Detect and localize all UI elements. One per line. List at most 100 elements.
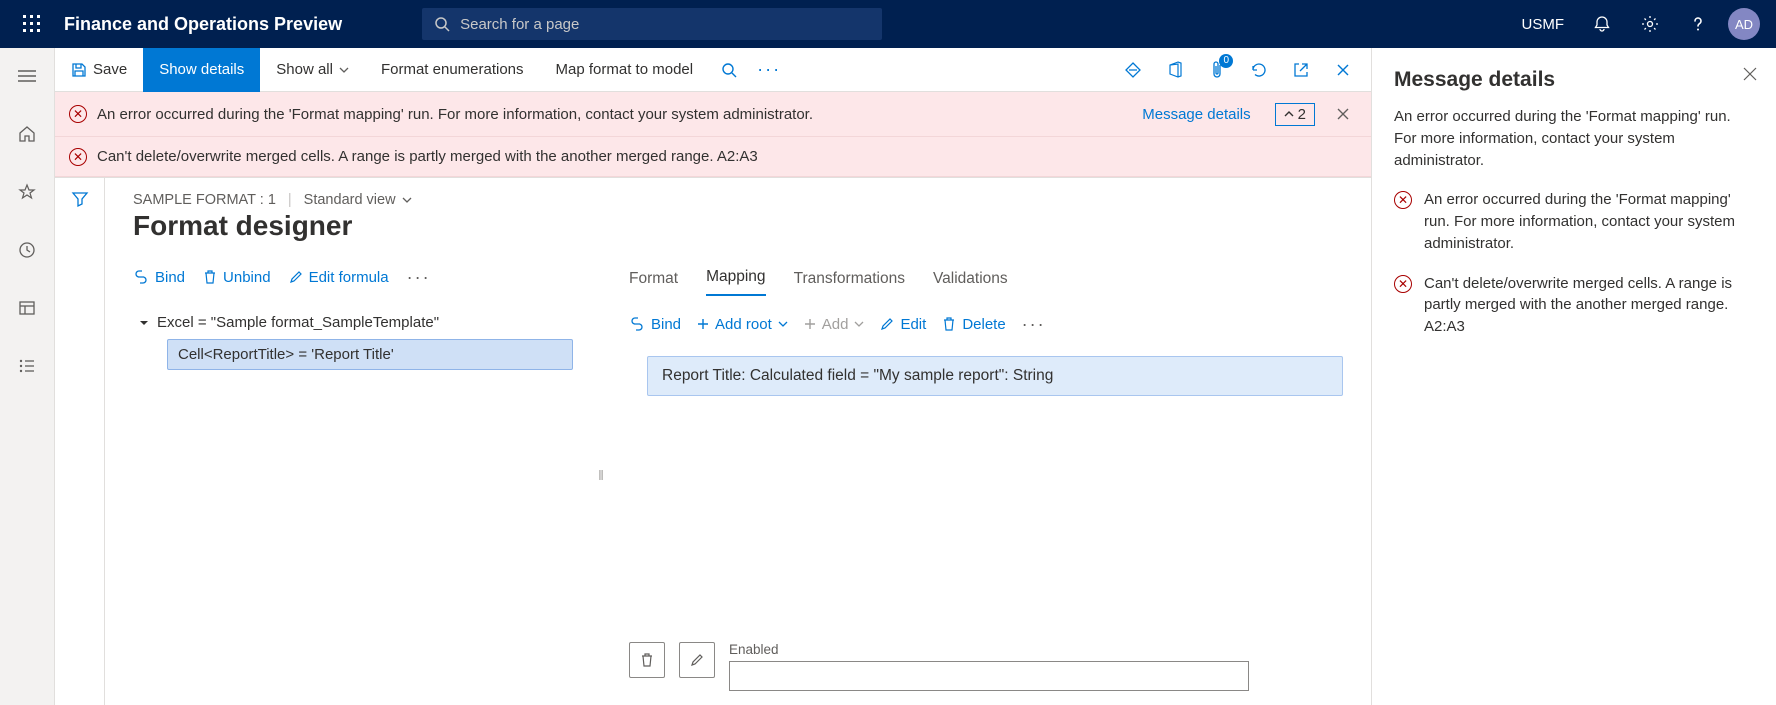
mapping-toolbar: Bind Add root Add xyxy=(629,302,1343,346)
page-title: Format designer xyxy=(133,210,1343,242)
home-icon[interactable] xyxy=(7,114,47,154)
bind-button[interactable]: Bind xyxy=(133,269,185,286)
nav-collapse-icon[interactable] xyxy=(7,56,47,96)
save-button[interactable]: Save xyxy=(55,48,143,92)
map-format-label: Map format to model xyxy=(556,61,694,78)
error-icon: ✕ xyxy=(1394,275,1412,293)
search-input[interactable]: Search for a page xyxy=(422,8,882,40)
view-label: Standard view xyxy=(304,192,396,208)
pencil-icon xyxy=(289,270,303,284)
attachments-icon[interactable]: 0 xyxy=(1197,50,1237,90)
tab-format[interactable]: Format xyxy=(629,270,678,296)
breadcrumb-separator: | xyxy=(288,192,292,208)
left-rail xyxy=(0,48,55,705)
more-actions-icon[interactable]: ··· xyxy=(749,50,789,90)
top-header: Finance and Operations Preview Search fo… xyxy=(0,0,1776,48)
edit-label: Edit xyxy=(900,316,926,333)
format-tree: Excel = "Sample format_SampleTemplate" C… xyxy=(133,310,573,370)
add-label: Add xyxy=(822,316,849,333)
message-details-link[interactable]: Message details xyxy=(1142,106,1250,123)
error-icon: ✕ xyxy=(69,105,87,123)
modules-icon[interactable] xyxy=(7,346,47,386)
panel-item-1: ✕ An error occurred during the 'Format m… xyxy=(1394,189,1754,254)
app-title: Finance and Operations Preview xyxy=(64,14,342,35)
unbind-button[interactable]: Unbind xyxy=(203,269,271,286)
message-bar-2: ✕ Can't delete/overwrite merged cells. A… xyxy=(55,137,1371,177)
search-placeholder: Search for a page xyxy=(460,16,579,33)
message-collapse-button[interactable]: 2 xyxy=(1275,103,1315,126)
mapping-pane: Format Mapping Transformations Validatio… xyxy=(629,258,1343,691)
format-enumerations-label: Format enumerations xyxy=(381,61,524,78)
tab-mapping[interactable]: Mapping xyxy=(706,268,765,296)
link-icon xyxy=(133,270,149,284)
show-details-button[interactable]: Show details xyxy=(143,48,260,92)
company-picker[interactable]: USMF xyxy=(1510,0,1577,48)
show-all-button[interactable]: Show all xyxy=(260,48,365,92)
delete-button[interactable]: Delete xyxy=(942,316,1005,333)
tree-toolbar: Bind Unbind Edit formula ··· xyxy=(133,258,573,296)
settings-icon[interactable] xyxy=(1628,0,1672,48)
attachments-badge: 0 xyxy=(1219,54,1233,68)
caret-down-icon xyxy=(139,318,149,328)
notifications-icon[interactable] xyxy=(1580,0,1624,48)
message-details-panel: Message details An error occurred during… xyxy=(1371,48,1776,705)
breadcrumb: SAMPLE FORMAT : 1 | Standard view xyxy=(133,192,1343,208)
panel-item-2: ✕ Can't delete/overwrite merged cells. A… xyxy=(1394,273,1754,338)
filter-icon[interactable] xyxy=(71,190,89,705)
mapping-more-icon[interactable]: ··· xyxy=(1022,314,1046,335)
close-page-icon[interactable] xyxy=(1323,50,1363,90)
tab-transformations[interactable]: Transformations xyxy=(794,270,905,296)
message-bar-1: ✕ An error occurred during the 'Format m… xyxy=(55,92,1371,137)
map-format-button[interactable]: Map format to model xyxy=(540,48,710,92)
mapping-item[interactable]: Report Title: Calculated field = "My sam… xyxy=(647,356,1343,396)
bind-label: Bind xyxy=(155,269,185,286)
tree-child-row[interactable]: Cell<ReportTitle> = 'Report Title' xyxy=(167,339,573,370)
format-enumerations-button[interactable]: Format enumerations xyxy=(365,48,540,92)
trash-icon xyxy=(203,269,217,285)
save-label: Save xyxy=(93,61,127,78)
view-selector[interactable]: Standard view xyxy=(304,192,412,208)
office-icon[interactable] xyxy=(1155,50,1195,90)
add-root-button[interactable]: Add root xyxy=(697,316,788,333)
show-details-label: Show details xyxy=(159,61,244,78)
add-button: Add xyxy=(804,316,865,333)
tree-root-row[interactable]: Excel = "Sample format_SampleTemplate" xyxy=(133,310,573,335)
avatar[interactable]: AD xyxy=(1728,8,1760,40)
diamond-icon[interactable] xyxy=(1113,50,1153,90)
chevron-down-icon xyxy=(402,197,412,203)
delete-label: Delete xyxy=(962,316,1005,333)
action-bar: Save Show details Show all Format enumer… xyxy=(55,48,1371,92)
chevron-down-icon xyxy=(339,67,349,73)
action-search-icon[interactable] xyxy=(709,50,749,90)
error-icon: ✕ xyxy=(1394,191,1412,209)
favorites-icon[interactable] xyxy=(7,172,47,212)
tree-root-label: Excel = "Sample format_SampleTemplate" xyxy=(157,314,439,331)
trash-icon xyxy=(942,316,956,332)
chevron-down-icon xyxy=(854,321,864,327)
popout-icon[interactable] xyxy=(1281,50,1321,90)
mapping-bind-button[interactable]: Bind xyxy=(629,316,681,333)
chevron-down-icon xyxy=(778,321,788,327)
app-launcher-icon[interactable] xyxy=(8,0,56,48)
bottom-edit-button[interactable] xyxy=(679,642,715,678)
message-close-icon[interactable] xyxy=(1329,100,1357,128)
panel-description: An error occurred during the 'Format map… xyxy=(1394,106,1754,171)
refresh-icon[interactable] xyxy=(1239,50,1279,90)
help-icon[interactable] xyxy=(1676,0,1720,48)
format-tree-pane: Bind Unbind Edit formula ··· xyxy=(133,258,573,691)
splitter-handle[interactable]: ‖ xyxy=(597,258,605,691)
add-root-label: Add root xyxy=(715,316,772,333)
workspaces-icon[interactable] xyxy=(7,288,47,328)
tab-validations[interactable]: Validations xyxy=(933,270,1008,296)
enabled-input[interactable] xyxy=(729,661,1249,691)
edit-formula-button[interactable]: Edit formula xyxy=(289,269,389,286)
tree-more-icon[interactable]: ··· xyxy=(407,267,431,288)
edit-button[interactable]: Edit xyxy=(880,316,926,333)
search-icon xyxy=(434,16,450,32)
save-icon xyxy=(71,62,87,78)
panel-close-icon[interactable] xyxy=(1736,60,1764,88)
recent-icon[interactable] xyxy=(7,230,47,270)
bottom-delete-button[interactable] xyxy=(629,642,665,678)
designer-column: SAMPLE FORMAT : 1 | Standard view Format… xyxy=(105,178,1371,705)
error-icon: ✕ xyxy=(69,148,87,166)
